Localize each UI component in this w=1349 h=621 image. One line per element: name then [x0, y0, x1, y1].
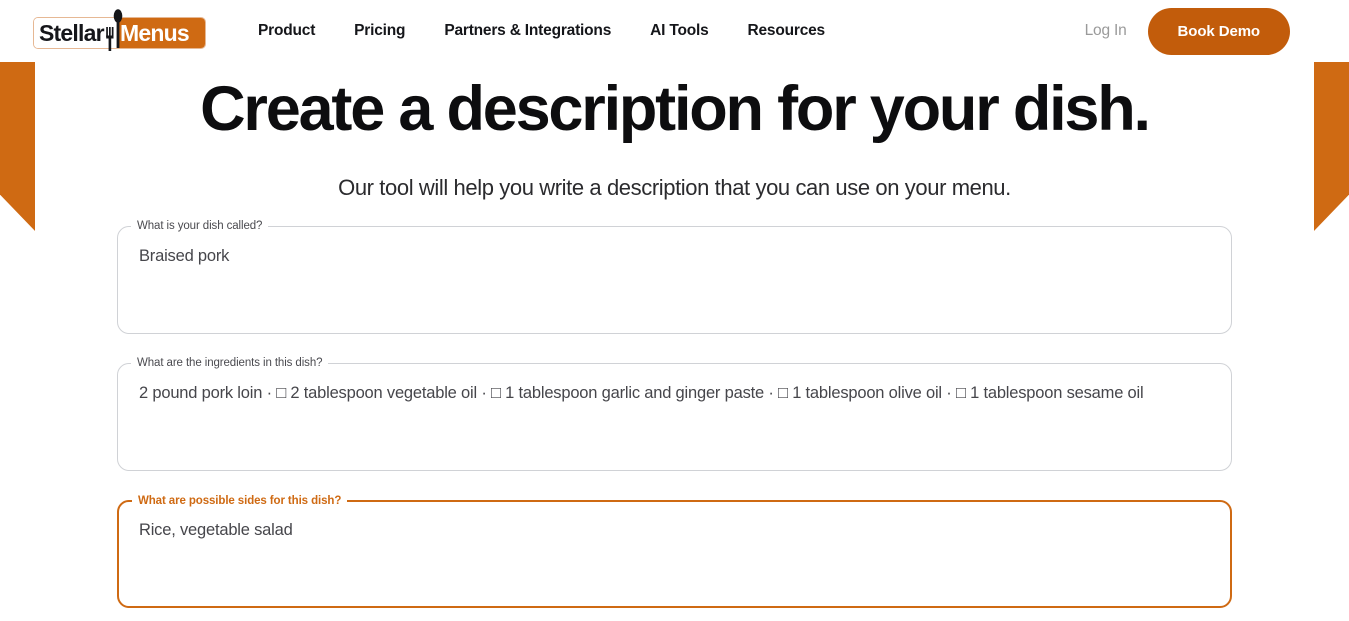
- nav-item-pricing[interactable]: Pricing: [354, 22, 405, 40]
- dish-name-value: Braised pork: [139, 247, 230, 266]
- nav-item-resources[interactable]: Resources: [748, 22, 826, 40]
- ingredients-label: What are the ingredients in this dish?: [131, 357, 329, 371]
- login-link[interactable]: Log In: [1085, 22, 1127, 40]
- decorative-shape-left: [0, 62, 36, 232]
- site-header: Stellar Menus Product Pricing Partners &…: [0, 0, 1349, 62]
- dish-description-form: What is your dish called? Braised pork W…: [35, 220, 1314, 609]
- field-ingredients: What are the ingredients in this dish? 2…: [117, 357, 1232, 472]
- sides-label: What are possible sides for this dish?: [132, 495, 348, 509]
- main-navigation: Product Pricing Partners & Integrations …: [258, 0, 825, 62]
- book-demo-button[interactable]: Book Demo: [1147, 7, 1290, 55]
- field-sides: What are possible sides for this dish? R…: [117, 495, 1232, 609]
- logo[interactable]: Stellar Menus: [33, 7, 206, 53]
- page-root: Stellar Menus Product Pricing Partners &…: [0, 0, 1349, 621]
- page-subtitle: Our tool will help you write a descripti…: [338, 175, 1011, 201]
- logo-plate: Stellar Menus: [33, 17, 206, 49]
- field-dish-name: What is your dish called? Braised pork: [117, 220, 1232, 335]
- sides-input[interactable]: What are possible sides for this dish? R…: [117, 495, 1232, 609]
- logo-text-stellar: Stellar: [34, 18, 117, 48]
- logo-text-menus: Menus: [117, 18, 205, 48]
- ingredients-input[interactable]: What are the ingredients in this dish? 2…: [117, 357, 1232, 472]
- dish-name-label: What is your dish called?: [131, 220, 269, 234]
- nav-item-partners-integrations[interactable]: Partners & Integrations: [444, 22, 611, 40]
- header-actions: Log In Book Demo: [1085, 0, 1290, 62]
- dish-name-input[interactable]: What is your dish called? Braised pork: [117, 220, 1232, 335]
- page-title: Create a description for your dish.: [200, 74, 1151, 144]
- sides-value: Rice, vegetable salad: [139, 521, 293, 540]
- ingredients-value: 2 pound pork loin · □ 2 tablespoon veget…: [139, 384, 1144, 403]
- nav-item-product[interactable]: Product: [258, 22, 315, 40]
- main-content-card: Create a description for your dish. Our …: [35, 62, 1314, 621]
- decorative-shape-right: [1313, 62, 1349, 232]
- nav-item-ai-tools[interactable]: AI Tools: [650, 22, 709, 40]
